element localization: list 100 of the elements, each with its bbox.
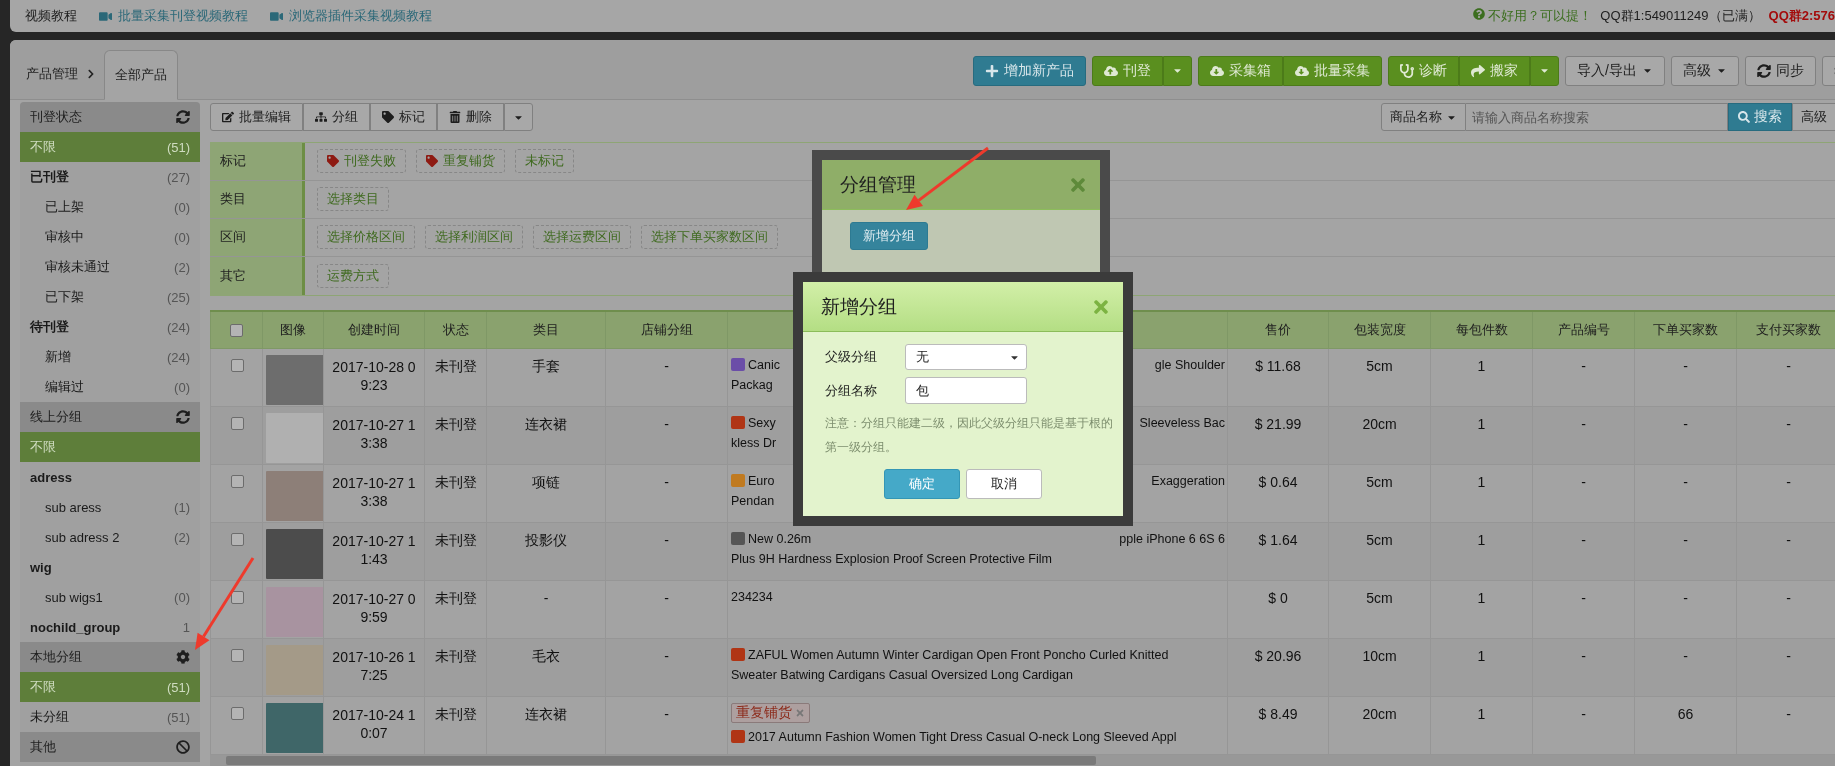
table-cell: - [605,580,728,639]
platform-logo-icon [731,474,745,487]
sidebar-item[interactable]: sub adress 2 (2) [20,522,200,552]
sidebar-item[interactable]: 不限 (51) [20,672,200,702]
dropdown-button[interactable] [1530,55,1560,86]
table-cell: - [605,406,728,465]
checkbox[interactable] [230,323,243,337]
dropdown-button[interactable] [1163,55,1193,86]
qq-group-text: QQ群1:549011249（已满） [1600,7,1761,25]
checkbox[interactable] [230,359,244,372]
toolbar-button[interactable]: 同步 [1745,55,1816,86]
table-cell: 2017-10-24 10:07 [323,696,425,755]
table-cell: 未刊登 [424,348,487,407]
sidebar-item[interactable]: 待刊登 (24) [20,312,200,342]
sidebar-item[interactable]: 已上架 (0) [20,192,200,222]
checkbox[interactable] [230,417,244,430]
advanced-search-button[interactable]: 高级 [1792,103,1835,132]
horizontal-scrollbar[interactable] [210,755,1835,766]
cloud-download-icon [1210,63,1225,78]
sidebar-item[interactable]: sub wigs1 (0) [20,582,200,612]
table-cell: 1 [1430,464,1533,523]
tag-icon [382,111,394,124]
table-cell: 20cm [1328,696,1431,755]
table-cell: 未刊登 [424,696,487,755]
sidebar-item[interactable]: 已刊登 (27) [20,162,200,192]
table-cell: - [1532,406,1635,465]
sidebar-item[interactable]: wig [20,552,200,582]
photo-placeholder [266,413,323,463]
platform-logo-icon [731,730,745,743]
toolbar-button[interactable]: 增加新产品 [973,55,1087,86]
checkbox[interactable] [230,591,244,604]
section-title: 刊登状态 [30,108,82,126]
trash-icon [449,111,461,124]
section-title: 其他 [30,738,56,756]
top-bar-title: 视频教程 [25,7,77,25]
product-title: 2017 Autumn Fashion Women Tight Dress Casual O-neck Long Sleeved Appl [731,727,1177,747]
share-arrow-icon [1471,63,1486,78]
sidebar-item[interactable]: 不限 [20,432,200,462]
sidebar-item[interactable]: 编辑过 (0) [20,372,200,402]
tab[interactable]: 全部产品 [104,50,178,100]
item-count: (25) [166,289,190,305]
tag-icon [426,155,438,167]
checkbox[interactable] [230,649,244,662]
cancel-button[interactable]: 取消 [966,469,1042,499]
parent-group-select[interactable]: 无 [905,344,1027,370]
table-cell: - [1532,464,1635,523]
table-cell: $ 8.49 [1227,696,1329,755]
product-title: Exaggeration [1151,473,1225,490]
sidebar-item[interactable]: sub aress (1) [20,492,200,522]
dropdown-button[interactable] [504,103,533,132]
sidebar-item[interactable]: 审核中 (0) [20,222,200,252]
table-cell: 1 [1430,580,1533,639]
sidebar-item[interactable]: 不限 (51) [20,132,200,162]
table-cell: 5cm [1328,522,1431,581]
sidebar-item[interactable]: 已下架 (25) [20,282,200,312]
table-cell: 未刊登 [424,638,487,697]
sidebar-item[interactable]: nochild_group 1 [20,612,200,642]
sidebar-item[interactable]: 未分组 (51) [20,702,200,732]
toolbar-button[interactable]: 标记 [370,103,437,132]
item-count: (1) [174,499,190,515]
column-header: 产品编号 [1532,310,1635,349]
table-cell: $ 11.68 [1227,348,1329,407]
toolbar-button[interactable]: 导入/导出 [1565,55,1665,86]
toolbar-button[interactable]: 批量编辑 [210,103,303,132]
plus-icon [985,63,1000,78]
input-field[interactable]: 包 [905,377,1027,404]
platform-logo-icon [731,358,745,371]
checkbox[interactable] [230,475,244,488]
column-header: 下单买家数 [1634,310,1737,349]
table-cell: - [1532,638,1635,697]
toolbar-button[interactable]: 分组 [303,103,370,132]
item-count: (0) [174,589,190,605]
breadcrumb-link[interactable]: 产品管理 [18,49,104,99]
search-field-select[interactable]: 商品名称 [1381,103,1466,132]
search-button[interactable]: 搜索 [1728,103,1792,132]
table-cell: 连衣裙 [486,406,606,465]
product-title: kless Dr [731,435,777,452]
product-title: gle Shoulder [1154,357,1225,374]
table-cell: 2017-10-26 17:25 [323,638,425,697]
toolbar-button[interactable]: 高级 [1671,55,1739,86]
table-cell: 1 [1430,638,1533,697]
table-cell: 5cm [1328,580,1431,639]
table-cell: 1 [1430,522,1533,581]
toolbar-button[interactable]: 删除 [437,103,504,132]
item-count: (27) [166,169,190,185]
product-title: Sexy [731,413,776,433]
search-field[interactable]: 请输入商品名称搜索 [1466,103,1728,132]
column-header: 状态 [424,310,487,349]
table-cell: - [1634,406,1737,465]
sidebar-item[interactable]: adress [20,462,200,492]
table-cell: 连衣裙 [486,696,606,755]
table-cell: 2017-10-27 13:38 [323,406,425,465]
checkbox[interactable] [230,707,244,720]
checkbox[interactable] [230,533,244,546]
table-cell: 66 [1634,696,1737,755]
sidebar-item[interactable]: 审核未通过 (2) [20,252,200,282]
table-cell: 手套 [486,348,606,407]
table-cell: 2017-10-28 09:23 [323,348,425,407]
sidebar-item[interactable]: 新增 (24) [20,342,200,372]
add-group-button[interactable]: 新增分组 [850,222,928,250]
